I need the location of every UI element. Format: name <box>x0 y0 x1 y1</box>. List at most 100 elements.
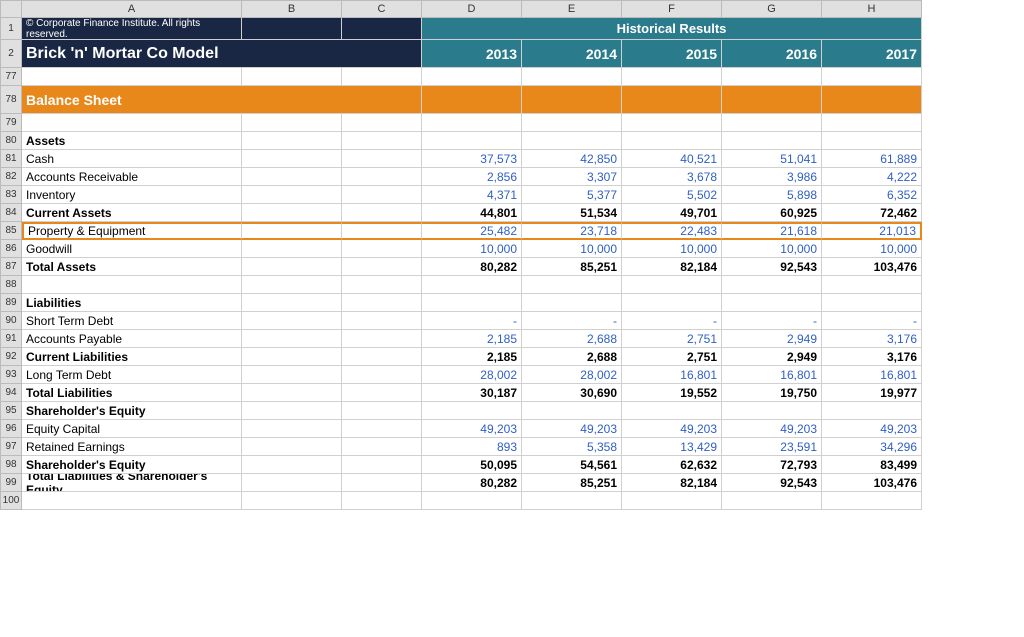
cell-77-h <box>822 68 922 86</box>
cell-89-c <box>342 294 422 312</box>
cell-79-b <box>242 114 342 132</box>
cell-95-e <box>522 402 622 420</box>
cell-85-g: 21,618 <box>722 222 822 240</box>
cell-83-b <box>242 186 342 204</box>
cell-81-e: 42,850 <box>522 150 622 168</box>
cell-87-b <box>242 258 342 276</box>
cell-98-d: 50,095 <box>422 456 522 474</box>
cell-92-f: 2,751 <box>622 348 722 366</box>
cell-97-h: 34,296 <box>822 438 922 456</box>
cell-80-d <box>422 132 522 150</box>
cash-2017: 61,889 <box>880 152 917 166</box>
cell-80-a: Assets <box>22 132 242 150</box>
row-num-95: 95 <box>0 402 22 420</box>
row-85: 85 Property & Equipment 25,482 23,718 22… <box>0 222 1024 240</box>
cell-86-e: 10,000 <box>522 240 622 258</box>
cell-82-h: 4,222 <box>822 168 922 186</box>
assets-label: Assets <box>26 134 65 148</box>
year-2014: 2014 <box>586 46 617 62</box>
cell-91-a: Accounts Payable <box>22 330 242 348</box>
cell-82-f: 3,678 <box>622 168 722 186</box>
cell-79-h <box>822 114 922 132</box>
cell-89-h <box>822 294 922 312</box>
cell-84-h: 72,462 <box>822 204 922 222</box>
cell-98-e: 54,561 <box>522 456 622 474</box>
cell-82-a: Accounts Receivable <box>22 168 242 186</box>
row-num-79: 79 <box>0 114 22 132</box>
cash-2015: 40,521 <box>680 152 717 166</box>
cell-99-f: 82,184 <box>622 474 722 492</box>
cell-81-g: 51,041 <box>722 150 822 168</box>
row-num-94: 94 <box>0 384 22 402</box>
cash-label: Cash <box>26 152 54 166</box>
cell-80-g <box>722 132 822 150</box>
cell-83-c <box>342 186 422 204</box>
row-num-2: 2 <box>0 40 22 68</box>
cell-79-c <box>342 114 422 132</box>
cell-93-f: 16,801 <box>622 366 722 384</box>
cell-99-c <box>342 474 422 492</box>
row-num-91: 91 <box>0 330 22 348</box>
row-89: 89 Liabilities <box>0 294 1024 312</box>
cell-95-c <box>342 402 422 420</box>
cell-87-f: 82,184 <box>622 258 722 276</box>
cell-1-c <box>342 18 422 40</box>
cell-94-b <box>242 384 342 402</box>
cell-96-d: 49,203 <box>422 420 522 438</box>
cell-79-g <box>722 114 822 132</box>
cell-93-h: 16,801 <box>822 366 922 384</box>
historical-results-label: Historical Results <box>617 21 727 36</box>
cell-94-g: 19,750 <box>722 384 822 402</box>
cell-84-d: 44,801 <box>422 204 522 222</box>
cell-83-a: Inventory <box>22 186 242 204</box>
cell-78-h <box>822 86 922 114</box>
cell-81-f: 40,521 <box>622 150 722 168</box>
cell-84-f: 49,701 <box>622 204 722 222</box>
column-headers: A B C D E F G H <box>0 0 1024 18</box>
cell-90-b <box>242 312 342 330</box>
row-num-92: 92 <box>0 348 22 366</box>
cell-1-b <box>242 18 342 40</box>
cell-83-h: 6,352 <box>822 186 922 204</box>
cell-92-d: 2,185 <box>422 348 522 366</box>
row-90: 90 Short Term Debt - - - - - <box>0 312 1024 330</box>
cell-91-b <box>242 330 342 348</box>
cash-2016: 51,041 <box>780 152 817 166</box>
row-82: 82 Accounts Receivable 2,856 3,307 3,678… <box>0 168 1024 186</box>
cell-96-a: Equity Capital <box>22 420 242 438</box>
cell-78-g <box>722 86 822 114</box>
col-header-b: B <box>242 0 342 18</box>
cell-90-a: Short Term Debt <box>22 312 242 330</box>
cell-90-g: - <box>722 312 822 330</box>
cell-94-a: Total Liabilities <box>22 384 242 402</box>
row-num-93: 93 <box>0 366 22 384</box>
cell-97-d: 893 <box>422 438 522 456</box>
col-header-d: D <box>422 0 522 18</box>
cell-83-e: 5,377 <box>522 186 622 204</box>
cell-77-b <box>242 68 342 86</box>
row-num-89: 89 <box>0 294 22 312</box>
cell-77-f <box>622 68 722 86</box>
row-93: 93 Long Term Debt 28,002 28,002 16,801 1… <box>0 366 1024 384</box>
row-96: 96 Equity Capital 49,203 49,203 49,203 4… <box>0 420 1024 438</box>
cell-85-b <box>242 222 342 240</box>
year-2017: 2017 <box>886 46 917 62</box>
cell-93-c <box>342 366 422 384</box>
row-92: 92 Current Liabilities 2,185 2,688 2,751… <box>0 348 1024 366</box>
cell-90-c <box>342 312 422 330</box>
cell-81-d: 37,573 <box>422 150 522 168</box>
cell-87-c <box>342 258 422 276</box>
cell-77-g <box>722 68 822 86</box>
cell-77-a <box>22 68 242 86</box>
cell-84-e: 51,534 <box>522 204 622 222</box>
cell-80-f <box>622 132 722 150</box>
cell-97-c <box>342 438 422 456</box>
row-num-86: 86 <box>0 240 22 258</box>
row-77: 77 <box>0 68 1024 86</box>
cell-81-b <box>242 150 342 168</box>
cell-85-c <box>342 222 422 240</box>
cell-99-e: 85,251 <box>522 474 622 492</box>
row-num-87: 87 <box>0 258 22 276</box>
cell-93-e: 28,002 <box>522 366 622 384</box>
row-94: 94 Total Liabilities 30,187 30,690 19,55… <box>0 384 1024 402</box>
